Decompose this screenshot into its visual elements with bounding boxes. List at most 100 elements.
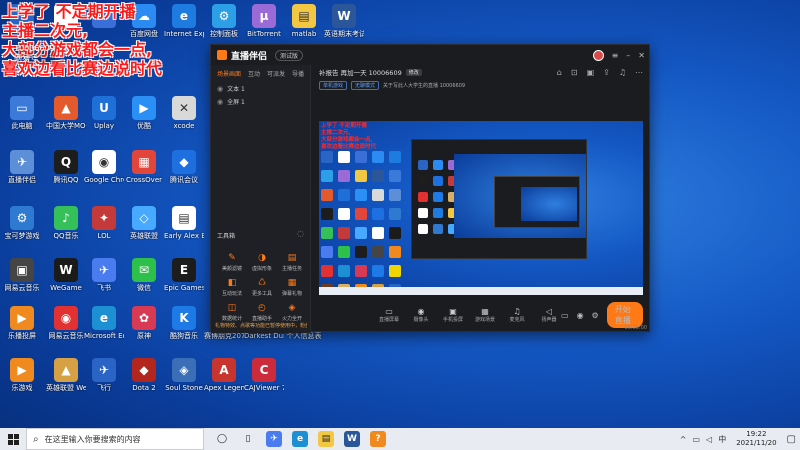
desktop-icon[interactable]: ✕ xcode xyxy=(164,96,204,130)
bell-icon[interactable]: ♫ xyxy=(619,68,626,77)
taskbar-search[interactable]: ⌕ 在这里输入你要搜索的内容 xyxy=(26,428,204,450)
tab-dispatch[interactable]: 可派发 xyxy=(267,69,285,78)
desktop-icon[interactable]: ✈ 飞行 xyxy=(84,358,124,392)
desktop-icon[interactable]: ✈ 飞书 xyxy=(84,258,124,292)
share-icon[interactable]: ⇪ xyxy=(603,68,610,77)
eye-icon[interactable]: ◉ xyxy=(217,85,223,93)
menu-icon[interactable]: ≡ xyxy=(612,51,619,60)
desktop-icon[interactable]: ▶ 优酷 xyxy=(124,96,164,130)
scene-item[interactable]: ◉ 全屏 1 xyxy=(211,95,310,108)
desktop-icon[interactable]: µ BitTorrent xyxy=(244,4,284,38)
tool-item[interactable]: ▤ 主播任务 xyxy=(277,253,307,272)
ime-indicator[interactable]: 中 xyxy=(718,434,726,445)
live-assistant-icon[interactable]: ? xyxy=(370,431,386,447)
tab-scene[interactable]: 场景画面 xyxy=(217,69,241,78)
clock[interactable]: 19:22 2021/11/20 xyxy=(736,430,776,448)
desktop-icon[interactable]: ✈ 直播伴侣 xyxy=(2,150,42,184)
desktop-icon[interactable]: ◇ 英雄联盟 xyxy=(124,206,164,240)
camera-icon[interactable]: ▭ xyxy=(561,311,569,320)
desktop-icon[interactable]: C CAJViewer 7.3 xyxy=(244,358,284,392)
tool-item[interactable]: ✎ 美颜滤镜 xyxy=(217,253,247,272)
preview-app-icon xyxy=(389,208,401,220)
desktop-icon[interactable]: ▤ matlab xyxy=(284,4,324,38)
task-view-icon[interactable]: ▯ xyxy=(240,431,256,447)
edit-button[interactable]: 修改 xyxy=(405,68,422,76)
tab-interact[interactable]: 互动 xyxy=(248,69,260,78)
tool-item[interactable]: ◑ 虚拟形象 xyxy=(247,253,277,272)
desktop-icon[interactable]: ♪ QQ音乐 xyxy=(46,206,86,240)
volume-icon[interactable]: ◁ xyxy=(706,435,712,444)
feishu-icon[interactable]: ✈ xyxy=(266,431,282,447)
desktop-icon[interactable]: ▤ Early Alex Billion xyxy=(164,206,204,240)
app-icon: ✈ xyxy=(92,258,116,282)
desktop-icon[interactable]: E Epic Games Launcher xyxy=(164,258,204,292)
word-icon[interactable]: W xyxy=(344,431,360,447)
desktop-icon[interactable]: ▶ 乐游戏 xyxy=(2,358,42,392)
stream-preview[interactable]: 上学了 不定期开播 主播二次元, 大部分游戏都会一点, 喜欢边看比赛边说时代 xyxy=(319,121,643,295)
tool-item[interactable]: ◈ 火力全开 xyxy=(277,303,307,322)
desktop-icon[interactable]: A Apex Legends xyxy=(204,358,244,392)
minimize-icon[interactable]: – xyxy=(626,51,630,60)
preview-app-icon xyxy=(389,227,401,239)
settings-icon[interactable]: ◌ xyxy=(297,229,304,238)
screenshot-icon[interactable]: ▣ xyxy=(587,68,595,77)
desktop-icon[interactable]: W 英语期末考试复习 xyxy=(324,4,364,38)
start-button[interactable] xyxy=(0,428,26,450)
tool-item[interactable]: ▦ 弹幕礼物 xyxy=(277,278,307,297)
mode-chip[interactable]: 无聊模式 xyxy=(351,80,380,90)
tool-item[interactable]: ♺ 更多工具 xyxy=(247,278,277,297)
bottom-tool[interactable]: ♫ 麦克风 xyxy=(505,307,529,323)
desktop-icon[interactable]: ▣ 网易云音乐 xyxy=(2,258,42,292)
desktop-icon[interactable]: ✿ 原神 xyxy=(124,306,164,340)
tool-icon: ▤ xyxy=(287,253,297,263)
desktop-icon-label: Darkest Dungeon xyxy=(244,332,284,340)
desktop-icon[interactable]: ✦ LOL xyxy=(84,206,124,240)
bottom-tool[interactable]: ▣ 手机投屏 xyxy=(441,307,465,323)
more-icon[interactable]: ⋯ xyxy=(635,68,643,77)
desktop-icon[interactable]: ◉ Google Chrome xyxy=(84,150,124,184)
gift-icon[interactable]: ⌂ xyxy=(557,68,562,77)
desktop-icon[interactable]: ▭ 此电脑 xyxy=(2,96,42,130)
desktop-icon[interactable]: ◉ 网易云音乐 xyxy=(46,306,86,340)
desktop-icon[interactable]: ▲ 英雄联盟 WeGame版 xyxy=(46,358,86,392)
desktop-icon[interactable]: ◆ Dota 2 xyxy=(124,358,164,392)
cortana-icon[interactable]: ◯ xyxy=(214,431,230,447)
bottom-tool[interactable]: ▦ 游戏场景 xyxy=(473,307,497,323)
desktop-icon[interactable]: ▲ 中国大学MOOC xyxy=(46,96,86,130)
edge-icon[interactable]: e xyxy=(292,431,308,447)
bottom-tool[interactable]: ◉ 摄像头 xyxy=(409,307,433,323)
desktop-icon[interactable]: ⚙ 控制面板 xyxy=(204,4,244,38)
avatar[interactable] xyxy=(592,49,604,61)
record-dot-icon[interactable]: ◉ xyxy=(577,311,584,320)
desktop-icon[interactable]: ✉ 微信 xyxy=(124,258,164,292)
category-chip[interactable]: 单机游戏 xyxy=(319,80,348,90)
desktop-icon[interactable]: e Microsoft Edge xyxy=(84,306,124,340)
bottom-tool[interactable]: ▭ 直播屏幕 xyxy=(377,307,401,323)
tool-item[interactable]: ◫ 数据统计 xyxy=(217,303,247,322)
close-icon[interactable]: ✕ xyxy=(638,51,645,60)
desktop-icon[interactable]: ◈ Soul Stone xyxy=(164,358,204,392)
desktop-icon[interactable]: U Uplay xyxy=(84,96,124,130)
record-icon[interactable]: ⊡ xyxy=(571,68,578,77)
bottom-tool[interactable]: ◁ 扬声器 xyxy=(537,307,561,323)
tab-director[interactable]: 导播 xyxy=(292,69,304,78)
desktop-icon[interactable]: K 酷狗音乐 xyxy=(164,306,204,340)
tool-item[interactable]: ◴ 直播助手 xyxy=(247,303,277,322)
desktop-icon[interactable]: Q 腾讯QQ xyxy=(46,150,86,184)
bottom-tool-label: 直播屏幕 xyxy=(378,317,399,323)
tool-item[interactable]: ◧ 互动玩法 xyxy=(217,278,247,297)
desktop-icon[interactable]: W WeGame xyxy=(46,258,86,292)
desktop-icon[interactable]: ◆ 腾讯会议 xyxy=(164,150,204,184)
notification-icon[interactable]: ▢ xyxy=(787,434,796,445)
network-icon[interactable]: ▭ xyxy=(692,435,700,444)
eye-icon[interactable]: ◉ xyxy=(217,98,223,106)
desktop-icon[interactable]: ▦ CrossOver xyxy=(124,150,164,184)
desktop-icon[interactable]: ▶ 乐播投屏 xyxy=(2,306,42,340)
settings-icon[interactable]: ⚙ xyxy=(592,311,599,320)
desktop-icon[interactable]: ⚙ 宝可梦游戏 xyxy=(2,206,42,240)
tool-icon: ◈ xyxy=(288,303,296,313)
scene-item[interactable]: ◉ 文本 1 xyxy=(211,82,310,95)
version-pill[interactable]: 测试版 xyxy=(275,49,304,61)
chevron-up-icon[interactable]: ^ xyxy=(680,435,687,444)
explorer-icon[interactable]: ▤ xyxy=(318,431,334,447)
